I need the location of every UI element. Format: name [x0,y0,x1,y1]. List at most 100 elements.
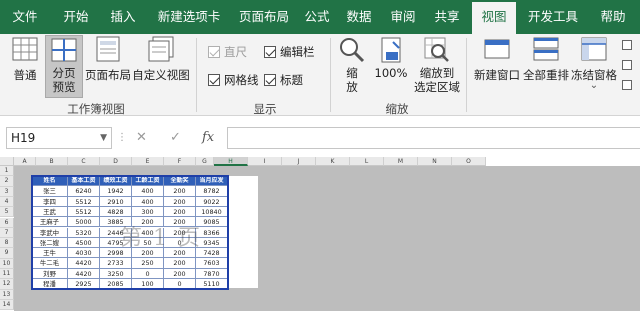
table-header-cell[interactable]: 绩效工资 [100,176,132,187]
freeze-panes-button[interactable]: 冻结窗格 ⌄ [571,36,617,98]
tab-developer[interactable]: 开发工具 [520,0,586,34]
column-header-D[interactable]: D [100,157,132,166]
table-cell[interactable]: 0 [164,279,196,290]
table-cell[interactable]: 4030 [68,248,100,259]
table-header-cell[interactable]: 当月应发 [196,176,228,187]
table-cell[interactable]: 10840 [196,206,228,218]
table-cell[interactable]: 6240 [68,186,100,197]
unhide-icon[interactable] [622,80,632,90]
column-header-F[interactable]: F [164,157,196,166]
gridlines-checkbox[interactable]: 网格线 [208,72,259,88]
row-header-2[interactable]: 2 [0,176,14,187]
tab-page-layout[interactable]: 页面布局 [231,0,297,34]
table-cell[interactable]: 5110 [196,279,228,290]
zoom-button[interactable]: 缩 放 [336,36,368,98]
table-cell[interactable]: 李武中 [32,227,68,238]
column-header-L[interactable]: L [350,157,384,166]
table-cell[interactable]: 200 [164,268,196,279]
row-header-3[interactable]: 3 [0,186,14,197]
table-cell[interactable]: 3250 [100,268,132,279]
row-header-9[interactable]: 9 [0,248,14,259]
table-cell[interactable]: 1942 [100,186,132,197]
split-icon[interactable] [622,40,632,50]
table-cell[interactable]: 5512 [68,196,100,207]
normal-view-button[interactable]: 普通 [6,36,44,98]
tab-review[interactable]: 审阅 [383,0,423,34]
table-cell[interactable]: 400 [132,196,164,207]
table-cell[interactable]: 5000 [68,217,100,228]
table-cell[interactable]: 5320 [68,227,100,238]
table-cell[interactable]: 200 [164,196,196,207]
table-cell[interactable]: 400 [132,186,164,197]
table-cell[interactable]: 0 [132,268,164,279]
table-cell[interactable]: 4828 [100,206,132,218]
table-cell[interactable]: 200 [164,258,196,269]
insert-function-icon[interactable]: fx [202,127,214,149]
column-header-I[interactable]: I [248,157,282,166]
table-header-cell[interactable]: 姓名 [32,176,68,187]
table-cell[interactable]: 250 [132,258,164,269]
row-header-6[interactable]: 6 [0,217,14,228]
table-cell[interactable]: 4500 [68,237,100,249]
arrange-all-button[interactable]: 全部重排 [522,36,570,98]
row-header-8[interactable]: 8 [0,238,14,249]
table-cell[interactable]: 100 [132,279,164,290]
row-header-5[interactable]: 5 [0,207,14,218]
column-header-M[interactable]: M [384,157,418,166]
row-header-4[interactable]: 4 [0,196,14,208]
row-header-14[interactable]: 14 [0,299,14,311]
table-cell[interactable]: 牛二毛 [32,258,68,269]
tab-view[interactable]: 视图 [472,2,516,34]
row-header-12[interactable]: 12 [0,279,14,290]
table-cell[interactable]: 2085 [100,279,132,290]
worksheet-grid[interactable]: ABCDEFGHIJKLMNO 1 2 3 4 5 6 7 8 9 10 11 12 13 14 姓名 基本… [0,157,640,311]
column-header-K[interactable]: K [316,157,350,166]
table-cell[interactable]: 7603 [196,258,228,269]
name-box[interactable]: H19 ▼ [6,127,112,149]
table-cell[interactable]: 张二嫂 [32,237,68,249]
page-break-preview-button[interactable]: 分页 预览 [45,35,83,98]
tab-file[interactable]: 文件 [0,0,50,34]
column-header-H[interactable]: H [214,157,248,166]
column-header-O[interactable]: O [452,157,486,166]
table-cell[interactable]: 王牛 [32,248,68,259]
table-cell[interactable]: 王麻子 [32,217,68,228]
table-cell[interactable]: 刘野 [32,268,68,279]
table-cell[interactable]: 程潘 [32,279,68,290]
table-cell[interactable]: 张三 [32,186,68,197]
row-header-13[interactable]: 13 [0,289,14,300]
table-cell[interactable]: 4420 [68,258,100,269]
column-header-C[interactable]: C [68,157,100,166]
column-header-N[interactable]: N [418,157,452,166]
table-header-cell[interactable]: 工龄工资 [132,176,164,187]
table-cell[interactable]: 4420 [68,268,100,279]
table-header-cell[interactable]: 基本工资 [68,176,100,187]
tab-help[interactable]: 帮助 [591,0,635,34]
table-cell[interactable]: 2733 [100,258,132,269]
select-all-corner[interactable] [0,157,14,166]
formula-bar-splitter-icon[interactable]: ⋮ [117,127,127,149]
table-cell[interactable]: 5512 [68,206,100,218]
table-cell[interactable]: 7870 [196,268,228,279]
table-cell[interactable]: 200 [164,186,196,197]
name-box-dropdown-icon[interactable]: ▼ [100,128,107,148]
table-cell[interactable]: 200 [164,206,196,218]
column-header-A[interactable]: A [14,157,36,166]
table-cell[interactable]: 9022 [196,196,228,207]
row-header-7[interactable]: 7 [0,227,14,239]
formula-input[interactable] [227,127,640,149]
tab-insert[interactable]: 插入 [101,0,145,34]
zoom-100-button[interactable]: 100% [372,36,410,98]
tab-formulas[interactable]: 公式 [299,0,335,34]
enter-icon[interactable]: ✓ [170,127,181,149]
tab-new-tab[interactable]: 新建选项卡 [150,0,228,34]
hide-icon[interactable] [622,60,632,70]
ruler-checkbox[interactable]: 直尺 [208,44,247,60]
table-cell[interactable]: 300 [132,206,164,218]
table-cell[interactable]: 2910 [100,196,132,207]
table-header-cell[interactable]: 全勤奖 [164,176,196,187]
table-cell[interactable]: 王武 [32,206,68,218]
page-layout-view-button[interactable]: 页面布局 [85,36,131,98]
custom-views-button[interactable]: 自定义视图 [132,36,190,98]
table-cell[interactable]: 8782 [196,186,228,197]
